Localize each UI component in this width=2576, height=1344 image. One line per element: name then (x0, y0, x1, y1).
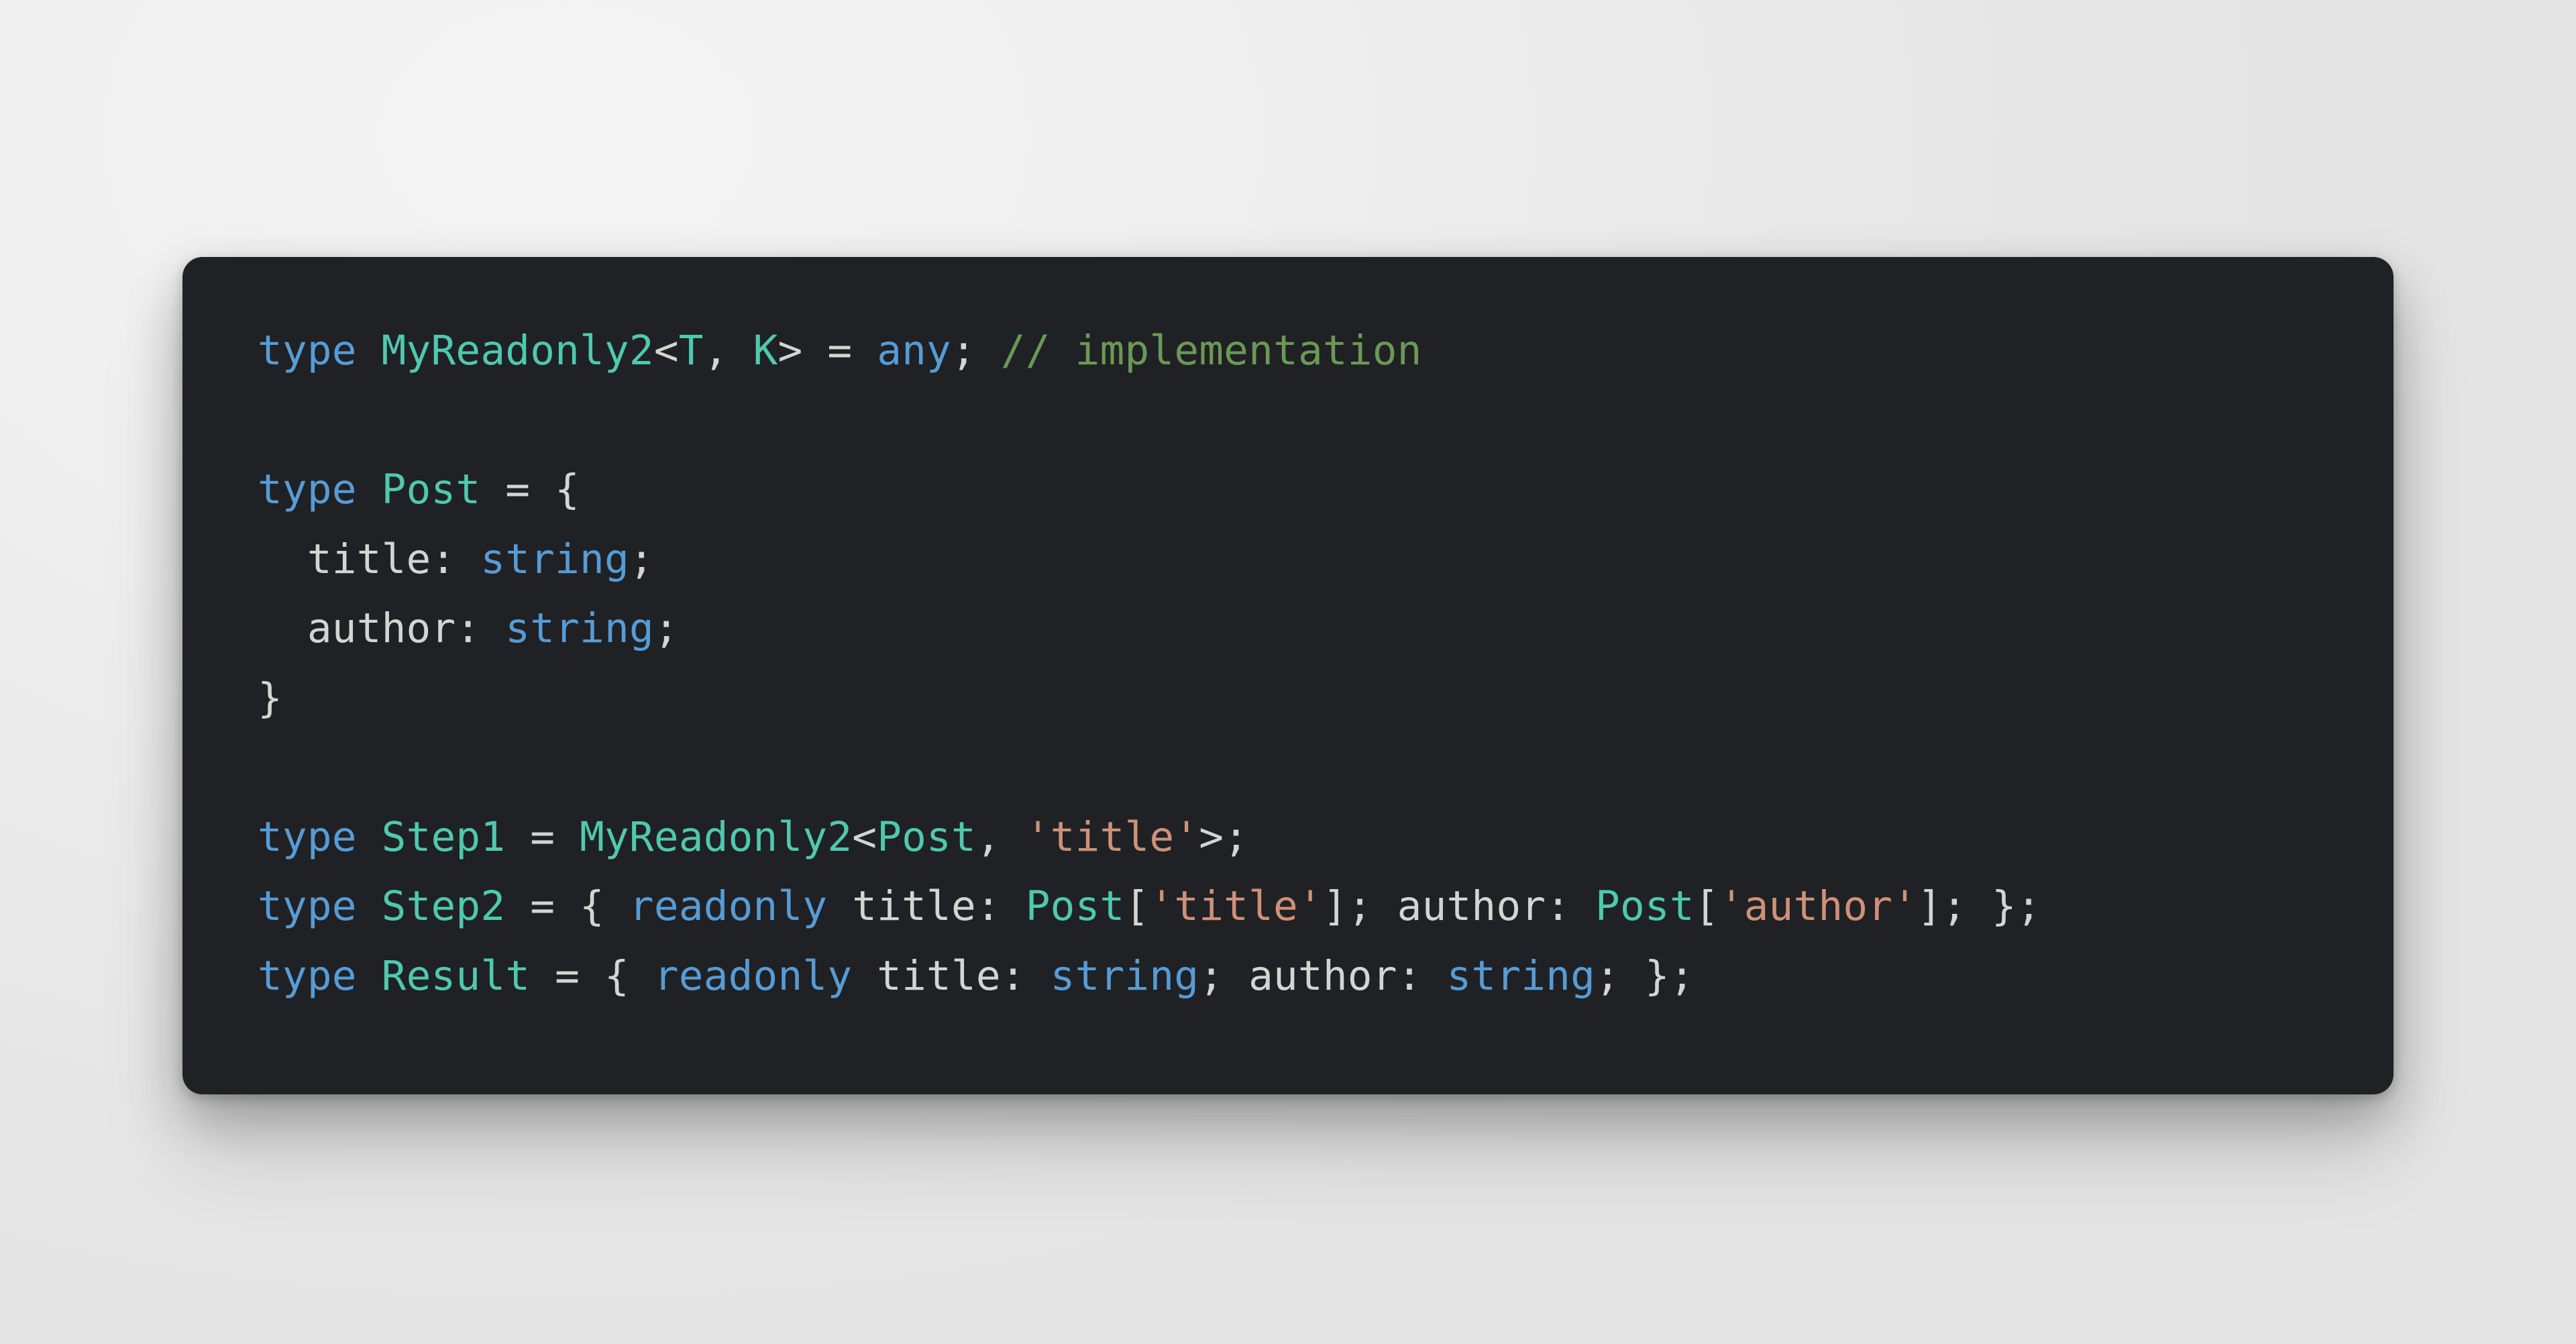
code-token-plain: = (505, 813, 580, 861)
code-token-keyword: type (258, 951, 357, 1000)
code-token-keyword: readonly (629, 882, 828, 930)
code-token-plain: , (975, 813, 1026, 861)
code-token-plain: ; (951, 327, 1001, 374)
code-token-plain: ; (629, 535, 654, 583)
code-token-plain: >; (1199, 813, 1249, 861)
code-token-keyword: any (877, 327, 951, 374)
code-line: type MyReadonly2<T, K> = any; // impleme… (258, 316, 2394, 386)
code-token-prop: title: (258, 535, 481, 583)
code-token-plain: [ (1124, 882, 1150, 930)
code-block: type MyReadonly2<T, K> = any; // impleme… (258, 316, 2394, 1011)
code-token-type: Post (877, 813, 976, 861)
code-token-type: Step2 (381, 882, 506, 930)
code-token-prop: author: (258, 605, 506, 652)
code-token-keyword: readonly (653, 951, 853, 1000)
code-token-plain: [ (1694, 882, 1719, 930)
code-token-prop: author: (1248, 951, 1447, 1000)
code-token-plain: ; }; (1595, 951, 1695, 1000)
code-token-keyword: type (258, 813, 357, 861)
code-token-type: MyReadonly2 (580, 813, 853, 861)
code-token-plain: > = (777, 327, 877, 374)
code-token-type: Post (1025, 882, 1125, 930)
code-line: type Result = { readonly title: string; … (258, 941, 2394, 1011)
code-token-keyword: string (1446, 951, 1596, 1000)
code-token-keyword: type (258, 466, 357, 513)
code-token-prop: title: (827, 882, 1026, 930)
code-token-plain: < (852, 813, 877, 861)
code-token-type: K (753, 327, 778, 374)
code-token-prop: title: (852, 951, 1051, 1000)
code-token-plain: = { (480, 466, 580, 513)
code-token-plain: = { (505, 882, 629, 930)
code-line: type Step1 = MyReadonly2<Post, 'title'>; (258, 803, 2394, 872)
code-token-type: T (678, 327, 704, 374)
code-token-plain: < (653, 327, 679, 374)
code-token-plain: ; (653, 605, 679, 652)
code-token-keyword: string (1050, 951, 1199, 1000)
code-token-plain: ]; (1322, 882, 1397, 930)
code-token-type: Step1 (381, 813, 506, 861)
code-token-plain: , (703, 327, 753, 374)
code-token-string: 'title' (1149, 882, 1323, 930)
code-line: type Step2 = { readonly title: Post['tit… (258, 872, 2394, 941)
code-line: ​ (258, 386, 2394, 456)
code-line: author: string; (258, 594, 2394, 664)
code-token-keyword: type (258, 882, 357, 930)
code-token-type: MyReadonly2 (381, 327, 654, 374)
code-token-string: 'title' (1025, 813, 1199, 861)
code-token-plain: ; (1199, 951, 1249, 1000)
code-snippet-card: type MyReadonly2<T, K> = any; // impleme… (182, 257, 2394, 1094)
code-line: } (258, 664, 2394, 733)
code-token-prop: author: (1397, 882, 1596, 930)
code-token-type: Post (381, 466, 481, 513)
code-token-plain: = { (530, 951, 654, 1000)
code-token-plain: ]; }; (1917, 882, 2041, 930)
code-token-string: 'author' (1719, 882, 1918, 930)
code-line: title: string; (258, 525, 2394, 595)
code-token-type: Result (381, 951, 531, 1000)
code-token-keyword: string (480, 535, 629, 583)
code-token-type: Post (1595, 882, 1695, 930)
code-line: type Post = { (258, 455, 2394, 525)
code-token-comment: // implementation (1000, 327, 1422, 374)
code-token-keyword: type (258, 327, 357, 374)
code-line: ​ (258, 733, 2394, 803)
screenshot-canvas: type MyReadonly2<T, K> = any; // impleme… (0, 0, 2576, 1344)
code-token-keyword: string (505, 605, 654, 652)
code-token-plain: } (258, 674, 282, 722)
